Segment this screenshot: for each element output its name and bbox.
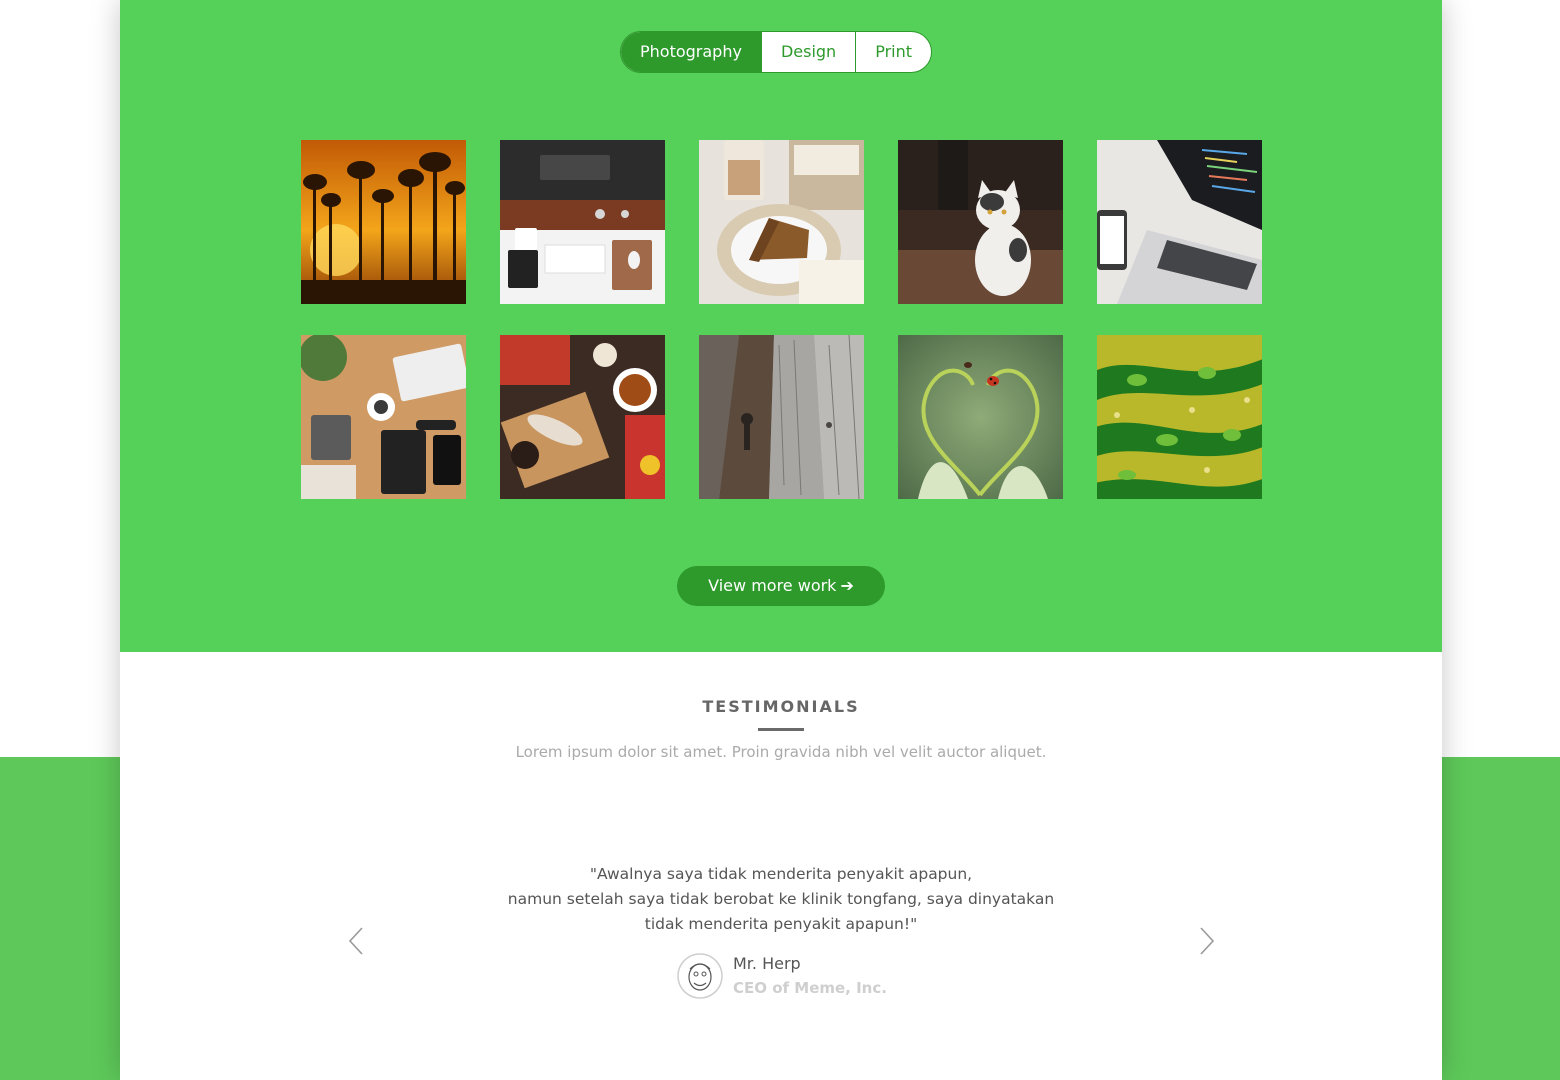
kitten-photo: [898, 140, 1063, 304]
sunset-forest-photo: [301, 140, 466, 304]
ladybug-heart-photo: [898, 335, 1063, 499]
portfolio-item-tea-table[interactable]: [500, 335, 665, 499]
testimonials-subtitle: Lorem ipsum dolor sit amet. Proin gravid…: [515, 743, 1047, 761]
chevron-left-icon: [348, 927, 363, 955]
quote-line: namun setelah saya tidak berobat ke klin…: [507, 890, 1055, 908]
coffee-cake-photo: [699, 140, 864, 304]
author-role: CEO of Meme, Inc.: [733, 979, 887, 997]
testimonial-prev-button[interactable]: [346, 926, 370, 956]
portfolio-item-laptop-code[interactable]: [1097, 140, 1262, 304]
testimonial-next-button[interactable]: [1193, 926, 1217, 956]
portfolio-item-desk-workspace[interactable]: [500, 140, 665, 304]
portfolio-item-kitten[interactable]: [898, 140, 1063, 304]
desk-workspace-photo: [500, 140, 665, 304]
filter-tab-design[interactable]: Design: [762, 32, 857, 72]
wood-planks-photo: [699, 335, 864, 499]
portfolio-item-sunset-forest[interactable]: [301, 140, 466, 304]
portfolio-filter-tabs: Photography Design Print: [620, 31, 933, 73]
portfolio-item-green-abstract[interactable]: [1097, 335, 1262, 499]
page-container: Photography Design Print View more work …: [120, 0, 1442, 1080]
filter-tab-print[interactable]: Print: [856, 32, 931, 72]
laptop-code-photo: [1097, 140, 1262, 304]
portfolio-item-ladybug-heart[interactable]: [898, 335, 1063, 499]
chevron-right-icon: [1200, 927, 1215, 955]
testimonial-quote: "Awalnya saya tidak menderita penyakit a…: [451, 862, 1111, 937]
view-more-work-button[interactable]: View more work ➔: [677, 566, 885, 606]
portfolio-section: Photography Design Print View more work …: [120, 0, 1442, 652]
portfolio-item-office-flatlay[interactable]: [301, 335, 466, 499]
testimonials-title: TESTIMONIALS: [702, 697, 860, 716]
green-abstract-photo: [1097, 335, 1262, 499]
quote-line: "Awalnya saya tidak menderita penyakit a…: [589, 865, 973, 883]
author-name: Mr. Herp: [733, 954, 801, 973]
portfolio-item-wood-planks[interactable]: [699, 335, 864, 499]
view-more-work-label: View more work: [708, 576, 837, 595]
quote-line: tidak menderita penyakit apapun!": [644, 915, 918, 933]
filter-tab-photography[interactable]: Photography: [621, 32, 762, 72]
portfolio-item-coffee-cake[interactable]: [699, 140, 864, 304]
office-flatlay-photo: [301, 335, 466, 499]
title-underline: [758, 728, 804, 731]
arrow-right-icon: ➔: [840, 576, 854, 595]
tea-table-photo: [500, 335, 665, 499]
author-avatar: [677, 953, 723, 999]
